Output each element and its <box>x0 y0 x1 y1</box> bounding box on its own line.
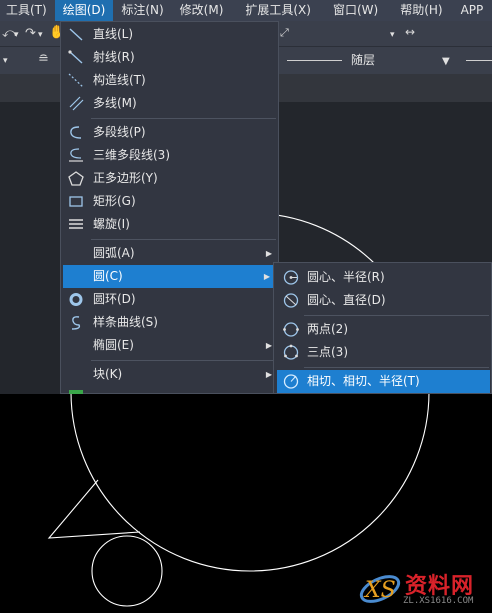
menu-item-partial-icon <box>69 390 83 394</box>
submenu-item-tan-tan-radius[interactable]: 相切、相切、半径(T) <box>277 370 490 393</box>
linetype-label: 随层 <box>351 53 376 67</box>
linetype-select[interactable]: 随层 <box>283 50 453 70</box>
menu-item-spline[interactable]: 样条曲线(S) <box>61 311 278 334</box>
menu-item-polygon[interactable]: 正多边形(Y) <box>61 167 278 190</box>
watermark-emblem-icon: XS <box>359 575 401 603</box>
text-style-icon[interactable]: ⤢ <box>280 27 289 38</box>
menu-separator <box>304 315 489 316</box>
tan-tan-radius-icon <box>282 373 300 390</box>
layer-icon[interactable]: ≘ <box>38 53 49 66</box>
menu-item-ellipse[interactable]: 椭圆(E) ▶ <box>61 334 278 357</box>
redo-icon[interactable]: ↷ <box>25 27 36 40</box>
text-style-dropdown-icon[interactable]: ▾ <box>390 30 395 40</box>
rectangle-icon <box>67 193 85 210</box>
menu-item-helix[interactable]: 螺旋(I) <box>61 213 278 236</box>
construction-line-icon <box>67 72 85 89</box>
dimension-style-icon[interactable]: ↔ <box>405 26 415 38</box>
submenu-item-center-radius[interactable]: 圆心、半径(R) <box>274 266 491 289</box>
polygon-icon <box>67 170 85 187</box>
menu-item-polyline[interactable]: 多段线(P) <box>61 121 278 144</box>
menu-item-rectangle[interactable]: 矩形(G) <box>61 190 278 213</box>
submenu-item-three-point[interactable]: 三点(3) <box>274 341 491 364</box>
circle-submenu: 圆心、半径(R) 圆心、直径(D) 两点(2) 三点(3) 相切、相切、半径(T… <box>273 262 492 394</box>
menu-item-block[interactable]: 块(K) ▶ <box>61 363 278 386</box>
submenu-arrow-icon: ▶ <box>265 341 272 350</box>
menu-item-ray[interactable]: 射线(R) <box>61 46 278 69</box>
menu-help[interactable]: 帮助(H) <box>386 0 450 21</box>
submenu-item-center-diameter[interactable]: 圆心、直径(D) <box>274 289 491 312</box>
menu-modify[interactable]: 修改(M) <box>172 0 232 21</box>
menu-item-3d-polyline[interactable]: 三维多段线(3) <box>61 144 278 167</box>
3d-polyline-icon <box>67 147 85 164</box>
menu-window[interactable]: 窗口(W) <box>319 0 386 21</box>
menu-item-construction-line[interactable]: 构造线(T) <box>61 69 278 92</box>
menu-dimension[interactable]: 标注(N) <box>113 0 171 21</box>
center-radius-icon <box>282 269 300 286</box>
color-dropdown-icon[interactable]: ▾ <box>3 56 8 66</box>
triangle-shape <box>47 479 141 539</box>
menu-tools[interactable]: 工具(T) <box>0 0 55 21</box>
menu-separator <box>91 239 276 240</box>
watermark-url: ZL.XS1616.COM <box>403 596 474 606</box>
submenu-arrow-icon: ▶ <box>263 272 270 281</box>
undo-dropdown-icon[interactable]: ▾ <box>14 30 19 40</box>
three-point-icon <box>282 344 300 361</box>
menu-separator <box>304 367 489 368</box>
center-diameter-icon <box>282 292 300 309</box>
menu-bar: 工具(T) 绘图(D) 标注(N) 修改(M) 扩展工具(X) 窗口(W) 帮助… <box>0 0 492 21</box>
menu-extension-tools[interactable]: 扩展工具(X) <box>231 0 319 21</box>
menu-item-line[interactable]: 直线(L) <box>61 23 278 46</box>
lineweight-preview <box>466 60 492 61</box>
menu-item-multiline[interactable]: 多线(M) <box>61 92 278 115</box>
redo-dropdown-icon[interactable]: ▾ <box>38 30 43 40</box>
multiline-icon <box>67 95 85 112</box>
menu-draw[interactable]: 绘图(D) <box>54 0 114 21</box>
menu-separator <box>91 360 276 361</box>
donut-icon <box>67 291 85 308</box>
submenu-arrow-icon: ▶ <box>265 370 272 379</box>
linetype-preview <box>287 60 342 61</box>
small-circle <box>91 535 163 607</box>
submenu-item-two-point[interactable]: 两点(2) <box>274 318 491 341</box>
spline-icon <box>67 314 85 331</box>
two-point-icon <box>282 321 300 338</box>
ray-icon <box>67 49 85 66</box>
helix-icon <box>67 216 85 233</box>
menu-item-arc[interactable]: 圆弧(A) ▶ <box>61 242 278 265</box>
submenu-arrow-icon: ▶ <box>265 249 272 258</box>
line-icon <box>67 26 85 43</box>
watermark-logo: XS 资料网 ZL.XS1616.COM <box>355 562 492 613</box>
menu-separator <box>91 118 276 119</box>
menu-app[interactable]: APP <box>451 0 492 21</box>
menu-item-donut[interactable]: 圆环(D) <box>61 288 278 311</box>
draw-menu: 直线(L) 射线(R) 构造线(T) 多线(M) 多段线(P) 三维多段线(3)… <box>60 21 279 394</box>
lineweight-select[interactable] <box>462 50 492 70</box>
polyline-icon <box>67 124 85 141</box>
svg-text:XS: XS <box>363 578 396 603</box>
menu-item-circle[interactable]: 圆(C) ▶ <box>63 265 276 288</box>
